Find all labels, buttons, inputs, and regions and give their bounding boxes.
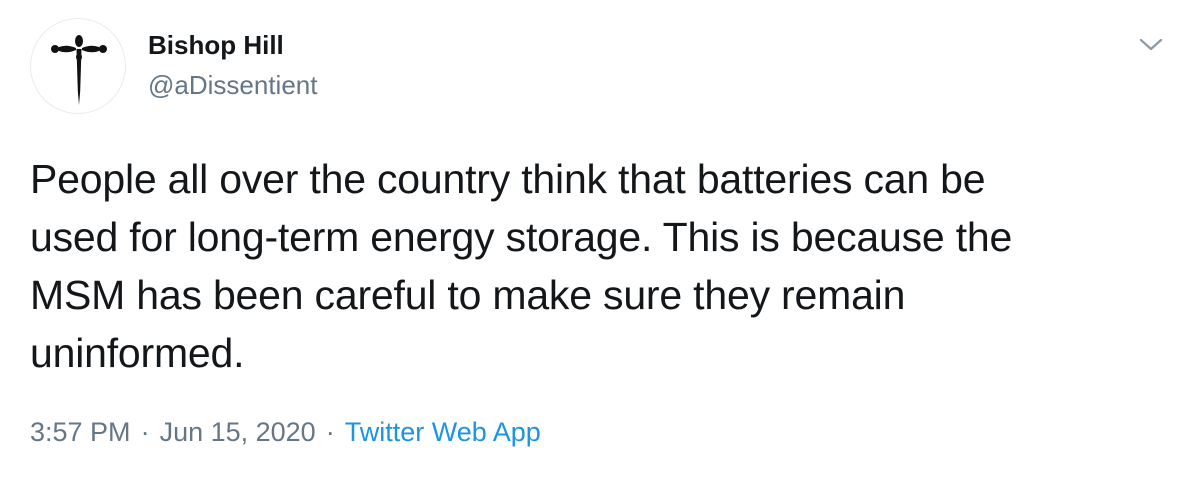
author-handle[interactable]: @aDissentient [148,70,317,101]
cross-icon [51,35,107,105]
tweet-text: People all over the country think that b… [30,156,1013,376]
tweet-source-link[interactable]: Twitter Web App [345,417,541,447]
tweet-time[interactable]: 3:57 PM [30,417,131,447]
tweet-menu-button[interactable] [1136,30,1166,60]
meta-separator: · [325,417,335,447]
meta-separator: · [140,417,150,447]
tweet-meta: 3:57 PM · Jun 15, 2020 · Twitter Web App [30,417,541,448]
tweet-date[interactable]: Jun 15, 2020 [160,417,316,447]
chevron-down-icon [1139,38,1163,51]
avatar[interactable] [30,18,126,114]
author-display-name[interactable]: Bishop Hill [148,30,284,61]
tweet-card: Bishop Hill @aDissentient People all ove… [0,0,1194,480]
